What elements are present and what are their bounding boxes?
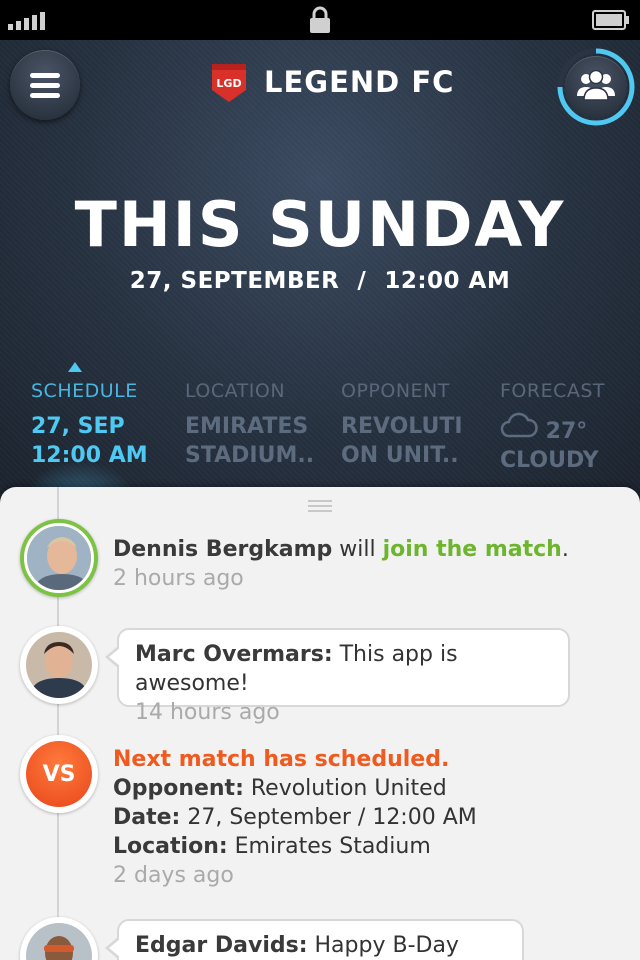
join-action-text: join the match [382,537,562,562]
comment-text: Marc Overmars: This app is awesome! 14 h… [135,642,458,725]
tab-value-line2: 12:00 AM [31,443,148,468]
signal-bars-icon [8,10,45,30]
avatar[interactable] [20,626,98,704]
opponent-value: Revolution United [243,776,447,801]
user-name[interactable]: Marc Overmars: [135,642,333,667]
match-scheduled-text: Next match has scheduled. Opponent: Revo… [113,747,477,888]
comment-bubble: Edgar Davids: Happy B-Day Stam! [105,919,524,960]
tab-opponent[interactable]: OPPONENT REVOLUTI ON UNIT.. [341,360,463,470]
cloud-icon [500,412,538,438]
tab-location[interactable]: LOCATION EMIRATES STADIUM.. [185,360,314,470]
vs-badge: VS [20,735,98,813]
date-time-separator: / [357,268,367,294]
day-title: THIS SUNDAY [74,188,566,261]
tab-value-line2: ON UNIT.. [341,443,459,468]
date-value: 27, September / 12:00 AM [180,805,477,830]
timestamp: 14 hours ago [135,700,280,725]
team-name: LEGEND FC [264,65,455,99]
headline: Next match has scheduled. [113,747,450,772]
team-members-button[interactable] [557,48,635,126]
avatar[interactable] [20,519,98,597]
tab-label: SCHEDULE [31,380,138,402]
drag-handle[interactable] [308,500,332,515]
status-bar [0,0,640,40]
match-header: LGD LEGEND FC THIS SUNDAY 27, SEPTEMBER /… [0,40,640,500]
forecast-temperature: 27° [545,419,588,444]
timestamp: 2 days ago [113,863,234,888]
comment-text: Edgar Davids: Happy B-Day Stam! [135,933,459,958]
location-value: Emirates Stadium [227,834,431,859]
info-tabs: SCHEDULE 27, SEP 12:00 AM LOCATION EMIRA… [0,360,640,500]
tab-label: OPPONENT [341,380,450,402]
avatar-photo [26,632,92,698]
feed-item-text: Dennis Bergkamp will join the match. 2 h… [113,537,569,591]
team-brand: LGD LEGEND FC [210,60,454,104]
tab-forecast[interactable]: FORECAST 27° CLOUDY [500,360,605,475]
comment-bubble: Marc Overmars: This app is awesome! 14 h… [105,628,570,725]
tab-schedule[interactable]: SCHEDULE 27, SEP 12:00 AM [31,360,148,470]
timestamp: 2 hours ago [113,566,244,591]
team-logo: LGD [212,64,246,102]
match-date: 27, SEPTEMBER [129,268,340,294]
user-name[interactable]: Dennis Bergkamp [113,537,332,562]
user-name[interactable]: Edgar Davids: [135,933,308,958]
lock-icon [310,6,330,33]
battery-icon [592,10,629,30]
avatar[interactable] [20,917,98,960]
tab-value-line2: STADIUM.. [185,443,315,468]
avatar-photo [26,923,92,960]
tab-label: LOCATION [185,380,286,402]
tab-value-line1: 27, SEP [31,414,125,439]
menu-button[interactable] [10,50,80,120]
active-tab-indicator [68,362,82,372]
tab-value-line1: 27° [500,412,605,446]
tab-value-line1: REVOLUTI [341,414,463,439]
match-date-time: 27, SEPTEMBER / 12:00 AM [0,268,640,294]
people-icon [577,70,615,101]
tab-value-line2: CLOUDY [500,448,599,473]
activity-feed[interactable]: Dennis Bergkamp will join the match. 2 h… [0,487,640,960]
avatar-photo [24,523,94,593]
svg-text:LGD: LGD [216,77,241,90]
hamburger-menu-icon [30,73,60,103]
tab-value-line1: EMIRATES [185,414,309,439]
tab-label: FORECAST [500,380,606,402]
match-time: 12:00 AM [384,268,511,294]
